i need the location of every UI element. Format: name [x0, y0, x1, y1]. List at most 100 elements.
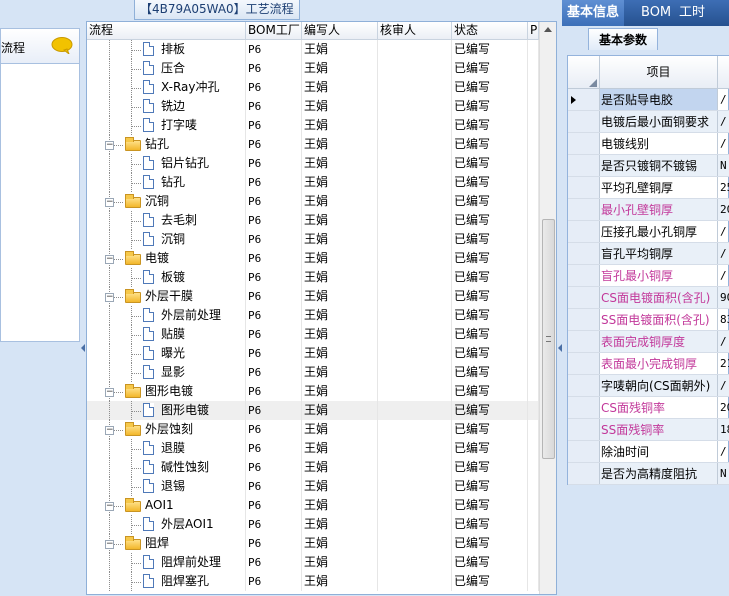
- param-value[interactable]: /: [718, 375, 729, 396]
- flow-cell[interactable]: 去毛刺: [87, 211, 246, 230]
- column-header-state[interactable]: 状态: [452, 22, 528, 40]
- writer-cell[interactable]: 王娟: [302, 268, 378, 287]
- state-cell[interactable]: 已编写: [452, 40, 528, 59]
- reviewer-cell[interactable]: [378, 211, 452, 230]
- flow-cell[interactable]: 打字唛: [87, 116, 246, 135]
- reviewer-cell[interactable]: [378, 192, 452, 211]
- scroll-up-arrow-icon[interactable]: [544, 27, 552, 32]
- reviewer-cell[interactable]: [378, 306, 452, 325]
- bom-cell[interactable]: P6: [246, 97, 302, 116]
- bom-cell[interactable]: P6: [246, 40, 302, 59]
- state-cell[interactable]: 已编写: [452, 496, 528, 515]
- column-header-flow[interactable]: 流程: [87, 22, 246, 40]
- reviewer-cell[interactable]: [378, 420, 452, 439]
- table-row[interactable]: − 外层蚀刻 P6 王娟 已编写: [87, 420, 539, 439]
- reviewer-cell[interactable]: [378, 401, 452, 420]
- state-cell[interactable]: 已编写: [452, 382, 528, 401]
- p-cell[interactable]: [528, 477, 539, 496]
- p-cell[interactable]: [528, 515, 539, 534]
- p-cell[interactable]: [528, 458, 539, 477]
- tab-bom[interactable]: BOM: [636, 0, 676, 26]
- flow-cell[interactable]: 贴膜: [87, 325, 246, 344]
- flow-cell[interactable]: 沉铜: [87, 230, 246, 249]
- row-selector[interactable]: [568, 111, 600, 132]
- state-cell[interactable]: 已编写: [452, 97, 528, 116]
- state-cell[interactable]: 已编写: [452, 572, 528, 591]
- flow-cell[interactable]: 图形电镀: [87, 401, 246, 420]
- row-selector-header[interactable]: [568, 56, 600, 89]
- param-value[interactable]: /: [718, 243, 729, 264]
- bom-cell[interactable]: P6: [246, 496, 302, 515]
- table-row[interactable]: 贴膜 P6 王娟 已编写: [87, 325, 539, 344]
- p-cell[interactable]: [528, 192, 539, 211]
- param-value[interactable]: /: [718, 111, 729, 132]
- state-cell[interactable]: 已编写: [452, 154, 528, 173]
- param-value[interactable]: 25: [718, 177, 729, 198]
- flow-cell[interactable]: 压合: [87, 59, 246, 78]
- param-row[interactable]: 盲孔平均铜厚 /: [568, 243, 729, 265]
- reviewer-cell[interactable]: [378, 515, 452, 534]
- state-cell[interactable]: 已编写: [452, 287, 528, 306]
- state-cell[interactable]: 已编写: [452, 230, 528, 249]
- flow-cell[interactable]: 曝光: [87, 344, 246, 363]
- state-cell[interactable]: 已编写: [452, 192, 528, 211]
- p-cell[interactable]: [528, 40, 539, 59]
- param-row[interactable]: SS面电镀面积(含孔)83: [568, 309, 729, 331]
- writer-cell[interactable]: 王娟: [302, 401, 378, 420]
- param-row[interactable]: 表面最小完成铜厚21: [568, 353, 729, 375]
- p-cell[interactable]: [528, 135, 539, 154]
- param-value[interactable]: 90: [718, 287, 729, 308]
- writer-cell[interactable]: 王娟: [302, 477, 378, 496]
- table-row[interactable]: 阻焊塞孔 P6 王娟 已编写: [87, 572, 539, 591]
- table-row[interactable]: − AOI1 P6 王娟 已编写: [87, 496, 539, 515]
- param-row[interactable]: CS面电镀面积(含孔)90: [568, 287, 729, 309]
- bom-cell[interactable]: P6: [246, 382, 302, 401]
- speech-bubble-icon[interactable]: [51, 37, 73, 54]
- param-value[interactable]: 20: [718, 397, 729, 418]
- p-cell[interactable]: [528, 325, 539, 344]
- reviewer-cell[interactable]: [378, 382, 452, 401]
- writer-cell[interactable]: 王娟: [302, 420, 378, 439]
- writer-cell[interactable]: 王娟: [302, 173, 378, 192]
- row-selector[interactable]: [568, 199, 600, 220]
- flow-cell[interactable]: 退膜: [87, 439, 246, 458]
- reviewer-cell[interactable]: [378, 287, 452, 306]
- table-row[interactable]: 阻焊前处理 P6 王娟 已编写: [87, 553, 539, 572]
- param-value[interactable]: /: [718, 89, 729, 110]
- state-cell[interactable]: 已编写: [452, 135, 528, 154]
- param-row[interactable]: CS面残铜率20: [568, 397, 729, 419]
- state-cell[interactable]: 已编写: [452, 515, 528, 534]
- state-cell[interactable]: 已编写: [452, 477, 528, 496]
- table-row[interactable]: 铝片钻孔 P6 王娟 已编写: [87, 154, 539, 173]
- param-value[interactable]: /: [718, 265, 729, 286]
- p-cell[interactable]: [528, 173, 539, 192]
- param-value[interactable]: /: [718, 221, 729, 242]
- bom-cell[interactable]: P6: [246, 306, 302, 325]
- flow-cell[interactable]: − 图形电镀: [87, 382, 246, 401]
- bom-cell[interactable]: P6: [246, 135, 302, 154]
- reviewer-cell[interactable]: [378, 97, 452, 116]
- row-selector[interactable]: [568, 441, 600, 462]
- writer-cell[interactable]: 王娟: [302, 344, 378, 363]
- bom-cell[interactable]: P6: [246, 59, 302, 78]
- bom-cell[interactable]: P6: [246, 420, 302, 439]
- state-cell[interactable]: 已编写: [452, 78, 528, 97]
- collapse-left-arrow-icon[interactable]: [81, 344, 85, 352]
- param-row[interactable]: 字唛朝向(CS面朝外) /: [568, 375, 729, 397]
- writer-cell[interactable]: 王娟: [302, 211, 378, 230]
- reviewer-cell[interactable]: [378, 173, 452, 192]
- p-cell[interactable]: [528, 363, 539, 382]
- row-selector[interactable]: [568, 221, 600, 242]
- bom-cell[interactable]: P6: [246, 439, 302, 458]
- writer-cell[interactable]: 王娟: [302, 154, 378, 173]
- table-row[interactable]: 铣边 P6 王娟 已编写: [87, 97, 539, 116]
- param-row[interactable]: 表面完成铜厚度 /: [568, 331, 729, 353]
- column-header-reviewer[interactable]: 核审人: [378, 22, 452, 40]
- p-cell[interactable]: [528, 534, 539, 553]
- writer-cell[interactable]: 王娟: [302, 40, 378, 59]
- state-cell[interactable]: 已编写: [452, 268, 528, 287]
- reviewer-cell[interactable]: [378, 135, 452, 154]
- bom-cell[interactable]: P6: [246, 458, 302, 477]
- reviewer-cell[interactable]: [378, 496, 452, 515]
- flow-cell[interactable]: 阻焊塞孔: [87, 572, 246, 591]
